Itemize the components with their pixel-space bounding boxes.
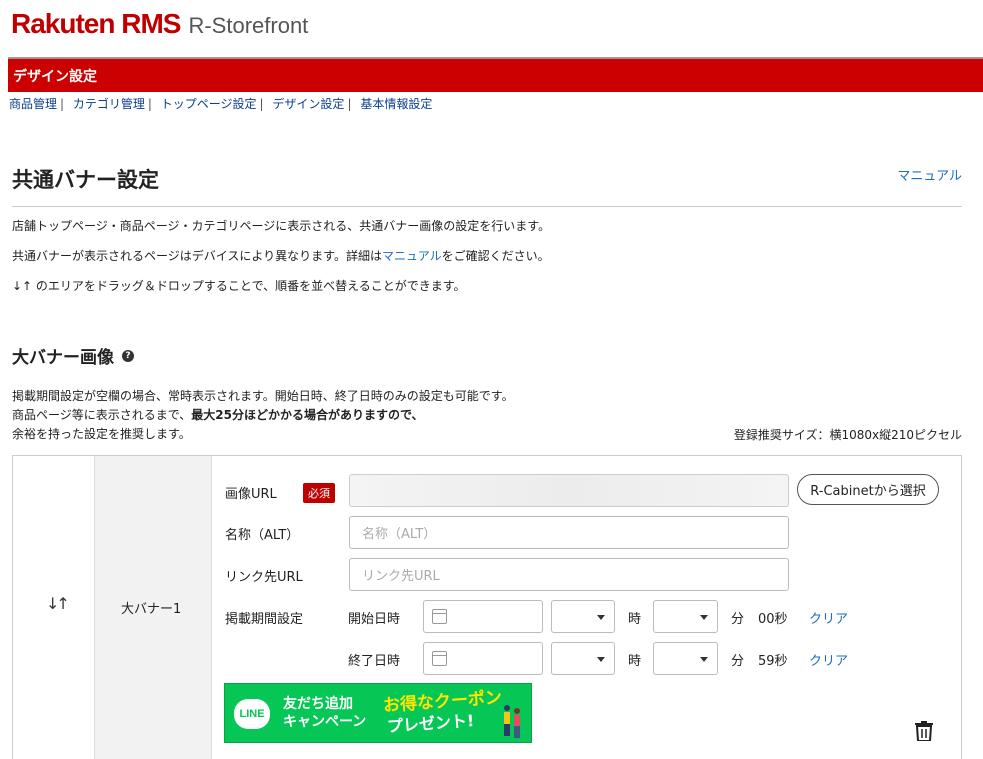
end-minute-select[interactable] (653, 642, 718, 675)
end-seconds: 59秒 (758, 654, 788, 669)
image-url-input[interactable] (349, 474, 789, 507)
note-line-2: 商品ページ等に表示されるまで、最大25分ほどかかる場合がありますので、 (12, 406, 514, 425)
section-title-bar: デザイン設定 (8, 57, 983, 92)
section-bar-label: デザイン設定 (13, 69, 97, 85)
banner-preview-image: LINE 友だち追加 キャンペーン お得なクーポン プレゼント! (224, 683, 532, 743)
note-line-1: 掲載期間設定が空欄の場合、常時表示されます。開始日時、終了日時のみの設定も可能で… (12, 389, 514, 403)
page-title: 共通バナー設定 (12, 168, 159, 192)
banner-name: 大バナー1 (121, 602, 182, 617)
start-hour-select[interactable] (551, 600, 615, 633)
required-badge: 必須 (303, 483, 335, 503)
large-banner-note: 掲載期間設定が空欄の場合、常時表示されます。開始日時、終了日時のみの設定も可能で… (12, 387, 514, 444)
start-minute-select[interactable] (653, 600, 718, 633)
link-url-input[interactable]: リンク先URL (349, 558, 789, 591)
end-clear-link[interactable]: クリア (809, 650, 848, 669)
end-date-input[interactable] (423, 642, 543, 675)
drag-handle-area[interactable]: ↓↑ (13, 456, 95, 759)
end-hour-select[interactable] (551, 642, 615, 675)
nav-basic-info-settings[interactable]: 基本情報設定 (360, 97, 432, 111)
hour-unit: 時 (628, 612, 642, 627)
large-banner-section-title: 大バナー画像 ? (12, 343, 134, 368)
preview-text-3: お得なクーポン (382, 687, 503, 717)
line-logo: LINE (234, 699, 270, 729)
nav-top-page-settings[interactable]: トップページ設定 (161, 97, 257, 111)
logo-sub-text: R-Storefront (188, 13, 309, 38)
banner-name-cell: 大バナー1 (95, 456, 212, 759)
logo-main-text: Rakuten RMS (11, 8, 181, 39)
nav-separator: | (60, 97, 65, 111)
manual-link[interactable]: マニュアル (897, 165, 962, 184)
desc-manual-link[interactable]: マニュアル (382, 249, 442, 263)
hour-unit: 時 (628, 654, 642, 669)
r-cabinet-select-button[interactable]: R-Cabinetから選択 (797, 474, 939, 505)
alt-input[interactable]: 名称（ALT） (349, 516, 789, 549)
calendar-icon[interactable] (432, 651, 447, 666)
large-banner-title-text: 大バナー画像 (12, 348, 114, 368)
image-url-label: 画像URL (225, 487, 277, 502)
end-datetime-label: 終了日時 (348, 654, 401, 669)
note-line-2-text: 商品ページ等に表示されるまで、 (12, 408, 192, 422)
note-line-3: 余裕を持った設定を推奨します。 (12, 427, 191, 441)
nav-product-management[interactable]: 商品管理 (9, 97, 57, 111)
description-line-2: 共通バナーが表示されるページはデバイスにより異なります。詳細はマニュアルをご確認… (12, 247, 550, 264)
desc2-text-after: をご確認ください。 (441, 249, 550, 263)
minute-unit: 分 (731, 654, 745, 669)
desc2-text: 共通バナーが表示されるページはデバイスにより異なります。詳細は (12, 249, 382, 263)
alt-label: 名称（ALT） (225, 528, 300, 543)
start-seconds: 00秒 (758, 612, 788, 627)
nav-design-settings[interactable]: デザイン設定 (272, 97, 344, 111)
start-clear-link[interactable]: クリア (809, 608, 848, 627)
rakuten-rms-logo[interactable]: Rakuten RMS R-Storefront (11, 8, 308, 40)
nav-category-management[interactable]: カテゴリ管理 (73, 97, 145, 111)
recommended-size-note: 登録推奨サイズ：横1080x縦210ピクセル (733, 428, 962, 442)
note-line-2-bold: 最大25分ほどかかる場合がありますので、 (191, 408, 424, 422)
description-line-3: ↓↑ のエリアをドラッグ＆ドロップすることで、順番を並べ替えることができます。 (12, 279, 466, 293)
divider (12, 206, 962, 207)
question-circle-icon[interactable]: ? (122, 349, 134, 362)
link-url-label: リンク先URL (225, 570, 303, 585)
preview-text-left: 友だち追加 キャンペーン (283, 695, 366, 731)
sub-nav: 商品管理 | カテゴリ管理 | トップページ設定 | デザイン設定 | 基本情報設定 (9, 95, 432, 112)
people-illustration (504, 705, 520, 738)
minute-unit: 分 (731, 612, 745, 627)
nav-separator: | (147, 97, 152, 111)
calendar-icon[interactable] (432, 609, 447, 624)
drag-sort-icon[interactable]: ↓↑ (46, 594, 70, 613)
preview-text-2: キャンペーン (283, 714, 367, 730)
start-datetime-label: 開始日時 (348, 612, 401, 627)
trash-icon[interactable] (915, 721, 933, 741)
preview-text-1: 友だち追加 (283, 696, 353, 712)
period-label: 掲載期間設定 (225, 612, 304, 627)
nav-separator: | (347, 97, 352, 111)
header: Rakuten RMS R-Storefront (0, 0, 983, 58)
start-date-input[interactable] (423, 600, 543, 633)
nav-separator: | (259, 97, 264, 111)
description-line-1: 店舗トップページ・商品ページ・カテゴリページに表示される、共通バナー画像の設定を… (12, 219, 551, 233)
